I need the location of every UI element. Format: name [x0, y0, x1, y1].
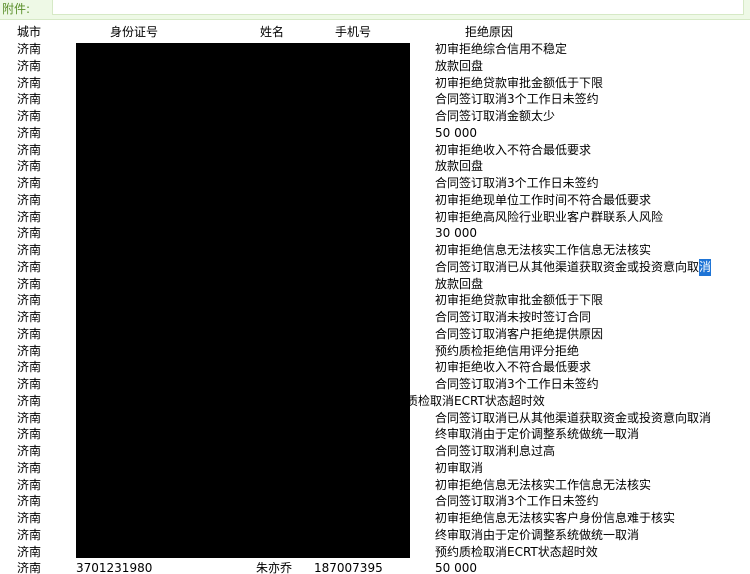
cell-city: 济南	[17, 226, 42, 241]
cell-phone: 187007395	[314, 562, 383, 574]
cell-reason: 初审拒绝信息无法核实工作信息无法核实	[435, 243, 652, 257]
cell-reason: 合同签订取消已从其他渠道获取资金或投资意向取消	[435, 410, 712, 425]
cell-reason: 合同签订取消3个工作日未签约	[435, 92, 599, 107]
cell-city: 济南	[17, 460, 42, 475]
cell-reason: 放款回盘	[435, 276, 484, 291]
header-city: 城市	[17, 25, 42, 39]
cell-reason: 初审拒绝贷款审批金额低于下限	[435, 293, 604, 308]
cell-city: 济南	[17, 494, 42, 509]
cell-city: 济南	[17, 427, 42, 442]
cell-city: 济南	[17, 343, 42, 358]
cell-reason: 初审拒绝信息无法核实客户身份信息难于核实	[435, 511, 676, 525]
cell-reason: 合同签订取消3个工作日未签约	[435, 176, 599, 190]
cell-city: 济南	[17, 444, 42, 458]
selected-text-highlight: 消	[699, 258, 712, 276]
cell-reason: 初审拒绝贷款审批金额低于下限	[435, 75, 604, 90]
cell-reason: 合同签订取消已从其他渠道获取资金或投资意向取	[435, 259, 700, 274]
cell-city: 济南	[17, 42, 42, 56]
cell-city: 济南	[17, 477, 42, 492]
cell-reason: 合同签订取消金额太少	[435, 109, 556, 123]
header-reason: 拒绝原因	[465, 25, 514, 39]
cell-city: 济南	[17, 310, 42, 324]
cell-city: 济南	[17, 58, 42, 73]
attachment-preview-box	[52, 0, 744, 15]
cell-reason: 终审取消由于定价调整系统做统一取消	[435, 427, 640, 442]
cell-name: 朱亦乔	[256, 562, 293, 574]
cell-reason: 合同签订取消未按时签订合同	[435, 310, 592, 324]
cell-city: 济南	[17, 562, 42, 574]
cell-reason: 初审拒绝收入不符合最低要求	[435, 142, 592, 157]
cell-city: 济南	[17, 92, 42, 107]
cell-reason: 合同签订取消客户拒绝提供原因	[435, 326, 604, 341]
cell-city: 济南	[17, 276, 42, 291]
cell-city: 济南	[17, 544, 42, 559]
header-name: 姓名	[260, 25, 285, 39]
cell-reason: 合同签订取消利息过高	[435, 444, 556, 458]
cell-city: 济南	[17, 527, 42, 542]
header-phone: 手机号	[335, 25, 372, 39]
cell-reason: 30 000	[435, 226, 477, 241]
cell-city: 济南	[17, 209, 42, 224]
cell-city: 济南	[17, 326, 42, 341]
cell-id: 3701231980	[76, 562, 153, 574]
cell-city: 济南	[17, 377, 42, 391]
cell-city: 济南	[17, 142, 42, 157]
cell-city: 济南	[17, 293, 42, 308]
cell-reason: 初审拒绝综合信用不稳定	[435, 42, 568, 56]
cell-city: 济南	[17, 159, 42, 174]
attachment-label: 附件:	[2, 2, 31, 16]
cell-reason: 预约质检拒绝信用评分拒绝	[435, 343, 580, 358]
cell-reason: 放款回盘	[435, 159, 484, 174]
cell-city: 济南	[17, 360, 42, 375]
cell-reason: 终审取消由于定价调整系统做统一取消	[435, 527, 640, 542]
cell-city: 济南	[17, 192, 42, 207]
cell-reason: 初审拒绝收入不符合最低要求	[435, 360, 592, 375]
cell-city: 济南	[17, 393, 42, 408]
cell-city: 济南	[17, 511, 42, 525]
table-header: 城市 身份证号 姓名 手机号 拒绝原因	[14, 24, 750, 41]
cell-city: 济南	[17, 109, 42, 123]
cell-reason: 50 000	[435, 125, 477, 140]
cell-reason: 50 000	[435, 562, 477, 574]
cell-city: 济南	[17, 75, 42, 90]
attachment-bar: 附件:	[0, 0, 750, 20]
cell-city: 济南	[17, 259, 42, 274]
table-row-partial: 济南 3701231980 朱亦乔 187007395 50 000	[14, 562, 750, 574]
cell-reason: 初审拒绝现单位工作时间不符合最低要求	[435, 192, 652, 207]
cell-reason: 放款回盘	[435, 58, 484, 73]
spreadsheet-preview[interactable]: 城市 身份证号 姓名 手机号 拒绝原因 济南 初审拒绝综合信用不稳定 济南 放款回盘济…	[14, 24, 750, 574]
cell-reason: 预约质检取消ECRT状态超时效	[435, 544, 598, 559]
cell-city: 济南	[17, 176, 42, 190]
cell-reason: 合同签订取消3个工作日未签约	[435, 494, 599, 509]
cell-reason-overflow: 质检取消ECRT状态超时效	[406, 393, 545, 408]
cell-city: 济南	[17, 243, 42, 257]
header-id-number: 身份证号	[110, 25, 159, 39]
cell-reason: 初审取消	[435, 460, 484, 475]
cell-reason: 初审拒绝信息无法核实工作信息无法核实	[435, 477, 652, 492]
cell-reason: 初审拒绝高风险行业职业客户群联系人风险	[435, 209, 664, 224]
cell-city: 济南	[17, 125, 42, 140]
redaction-block	[76, 43, 410, 558]
cell-reason: 合同签订取消3个工作日未签约	[435, 377, 599, 391]
cell-city: 济南	[17, 410, 42, 425]
